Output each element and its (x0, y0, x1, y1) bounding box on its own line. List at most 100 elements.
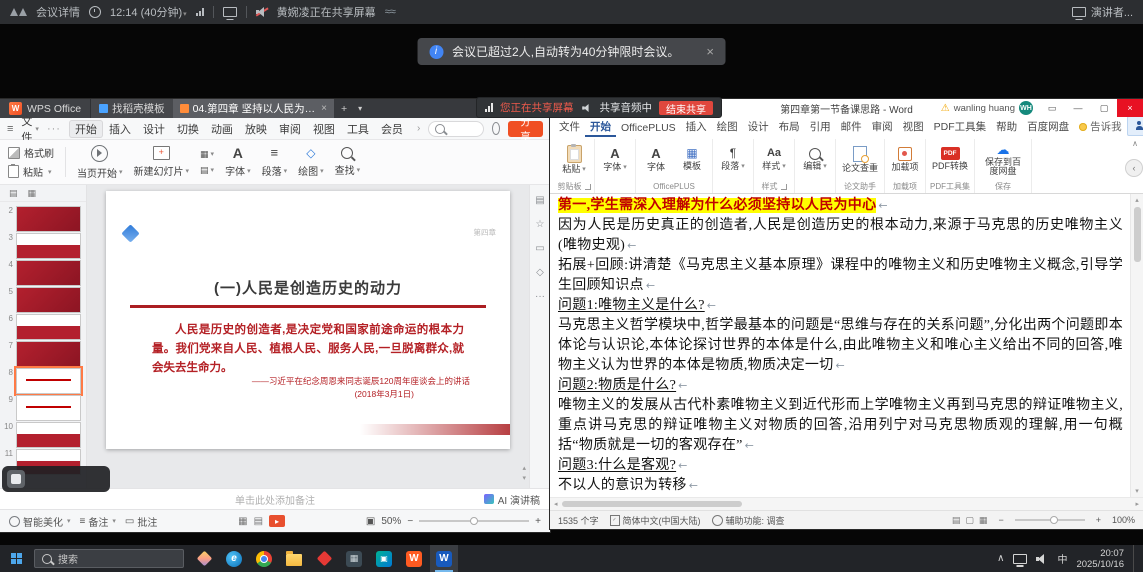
notes-toggle[interactable]: ≡ 备注▾ (80, 514, 116, 529)
favorites-star-icon[interactable]: ☆ (536, 219, 545, 230)
close-button[interactable]: × (1117, 99, 1143, 117)
sidebar-handle[interactable]: ‹ (1125, 159, 1143, 177)
wps-menu-item[interactable]: 开始 (69, 120, 103, 138)
wps-menu-item[interactable]: 插入 (103, 120, 137, 138)
smart-beautify-button[interactable]: 智能美化▾ (9, 514, 71, 529)
slides-view-icon[interactable]: ▦ (28, 188, 37, 199)
taskbar-search[interactable]: 搜索 (34, 549, 184, 568)
officeplus-font-button[interactable]: A 字体 (639, 139, 673, 180)
animation-panel-icon[interactable]: ◇ (536, 267, 544, 278)
slide-thumbnail[interactable]: 10 (2, 422, 81, 447)
format-painter-button[interactable]: 格式刷 (8, 145, 54, 160)
document-area[interactable]: 第一,学生需深入理解为什么必须坚持以人民为中心← 因为人民是历史真正的创造者,人… (550, 194, 1143, 497)
wps-menu-item[interactable]: 会员 (375, 120, 409, 138)
wps-tab-docer[interactable]: 找稻壳模板 (90, 99, 173, 118)
paragraph-menu-button[interactable]: ¶ 段落▾ (716, 139, 750, 180)
wps-menu-item[interactable]: 放映 (239, 120, 273, 138)
notes-placeholder[interactable]: 单击此处添加备注 (0, 492, 550, 507)
word-ribbon-tab[interactable]: 帮助 (991, 117, 1022, 137)
scroll-right-icon[interactable]: ▸ (1135, 500, 1139, 508)
show-desktop-button[interactable] (1133, 545, 1139, 572)
sync-icon[interactable] (492, 122, 500, 135)
word-ribbon-tab[interactable]: 绘图 (712, 117, 743, 137)
slide-thumbnail[interactable]: 4 (2, 260, 81, 285)
zoom-in-button[interactable]: + (535, 516, 541, 527)
slide-thumbnail[interactable]: 5 (2, 287, 81, 312)
taskbar-app-remote[interactable]: ▦ (340, 545, 368, 572)
previous-slide-button[interactable]: ▴ (522, 464, 526, 472)
minimize-button[interactable]: — (1065, 99, 1091, 117)
outline-view-icon[interactable]: ▤ (9, 188, 18, 199)
officeplus-template-button[interactable]: ▦ 模板 (675, 139, 709, 180)
zoom-slider[interactable] (1015, 519, 1085, 521)
pdf-convert-button[interactable]: PDF PDF转换 (929, 139, 971, 180)
styles-button[interactable]: Aa 样式▾ (757, 139, 791, 180)
slide-thumbnail[interactable]: 6 (2, 314, 81, 339)
fit-slide-icon[interactable]: ▣ (366, 516, 375, 527)
dialog-launcher-icon[interactable] (781, 184, 787, 190)
word-ribbon-tab[interactable]: 审阅 (867, 117, 898, 137)
word-count[interactable]: 1535 个字 (558, 514, 599, 527)
language-status[interactable]: ✓ 简体中文(中国大陆) (610, 514, 701, 527)
slide-thumbnail[interactable]: 9 (2, 395, 81, 420)
comments-panel-icon[interactable]: ▭ (535, 243, 544, 254)
taskbar-app-meeting[interactable] (310, 545, 338, 572)
zoom-out-button[interactable]: − (998, 515, 1003, 525)
read-mode-icon[interactable]: ▤ (952, 515, 961, 526)
word-share-button[interactable]: 共享 (1127, 116, 1143, 136)
word-ribbon-tab[interactable]: 视图 (898, 117, 929, 137)
slide-canvas[interactable]: 第四章 (一)人民是创造历史的动力 人民是历史的创造者,是决定党和国家前途命运的… (106, 191, 510, 449)
wps-menu-item[interactable]: 审阅 (273, 120, 307, 138)
ime-indicator[interactable]: 中 (1057, 551, 1067, 566)
wps-menu-item[interactable]: 动画 (205, 120, 239, 138)
taskbar-app-chrome[interactable] (250, 545, 278, 572)
word-ribbon-tab[interactable]: 百度网盘 (1022, 117, 1074, 137)
slide-thumbnail[interactable]: 2 (2, 206, 81, 231)
taskbar-app-explorer[interactable] (280, 545, 308, 572)
meeting-floating-panel[interactable] (2, 466, 110, 492)
wps-home-button[interactable]: W WPS Office (0, 99, 90, 118)
print-layout-icon[interactable]: ▢ (965, 515, 974, 526)
taskbar-app-edge[interactable]: e (220, 545, 248, 572)
slide-layout-button[interactable]: ▦▾ (200, 149, 214, 160)
presenter-view-icon[interactable] (1072, 7, 1086, 17)
editing-menu-button[interactable]: 编辑▾ (798, 139, 832, 180)
wps-tab-document[interactable]: 04.第四章 坚持以人民为… × (173, 99, 334, 118)
tab-close-icon[interactable]: × (319, 103, 327, 114)
slide-sorter-icon[interactable]: ▤ (254, 516, 263, 527)
word-ribbon-tab[interactable]: 插入 (681, 117, 712, 137)
scroll-up-icon[interactable]: ▴ (1135, 196, 1139, 204)
zoom-in-button[interactable]: + (1096, 515, 1101, 525)
meeting-timer[interactable]: 12:14 (40分钟)▾ (110, 4, 187, 20)
tray-display-icon[interactable] (1013, 554, 1027, 564)
collapse-ribbon-icon[interactable]: ∧ (1132, 139, 1138, 148)
wps-menu-item[interactable]: 切换 (171, 120, 205, 138)
save-to-cloud-button[interactable]: ☁ 保存到百度网盘 (978, 139, 1028, 180)
plagiarism-check-button[interactable]: 论文查重 (839, 139, 881, 180)
accessibility-status[interactable]: 辅助功能: 调查 (712, 514, 785, 527)
vertical-scrollbar[interactable]: ▴ ▾ (1130, 194, 1143, 497)
ai-script-button[interactable]: AI 演讲稿 (484, 492, 550, 507)
horizontal-scrollbar[interactable]: ◂ ▸ (550, 497, 1143, 510)
wps-share-button[interactable]: 分享 (508, 121, 543, 137)
taskbar-app-wps[interactable]: W (400, 545, 428, 572)
new-slide-button[interactable]: + 新建幻灯片▾ (134, 146, 190, 178)
wps-menu-item[interactable]: 工具 (341, 120, 375, 138)
wps-zoom-level[interactable]: 50% (381, 516, 401, 527)
word-ribbon-tab[interactable]: 布局 (774, 117, 805, 137)
word-ribbon-tab[interactable]: 引用 (805, 117, 836, 137)
word-ribbon-tab[interactable]: 开始 (585, 117, 616, 137)
slide-thumbnail[interactable]: 8 (2, 368, 81, 393)
web-layout-icon[interactable]: ▦ (979, 515, 988, 526)
taskbar-app-photos[interactable]: ▣ (370, 545, 398, 572)
word-ribbon-tab[interactable]: 设计 (743, 117, 774, 137)
start-button[interactable] (0, 545, 32, 572)
muted-speaker-icon[interactable] (256, 7, 268, 17)
draw-button[interactable]: ◇ 绘图▾ (298, 146, 324, 178)
play-from-current-button[interactable]: 当页开始▾ (77, 145, 123, 180)
wps-search-box[interactable] (428, 121, 484, 137)
avatar[interactable]: WH (1019, 101, 1033, 115)
menu-overflow-chevron[interactable]: › (417, 123, 420, 134)
font-menu-button[interactable]: A 字体▾ (598, 139, 632, 180)
dialog-launcher-icon[interactable] (585, 184, 591, 190)
